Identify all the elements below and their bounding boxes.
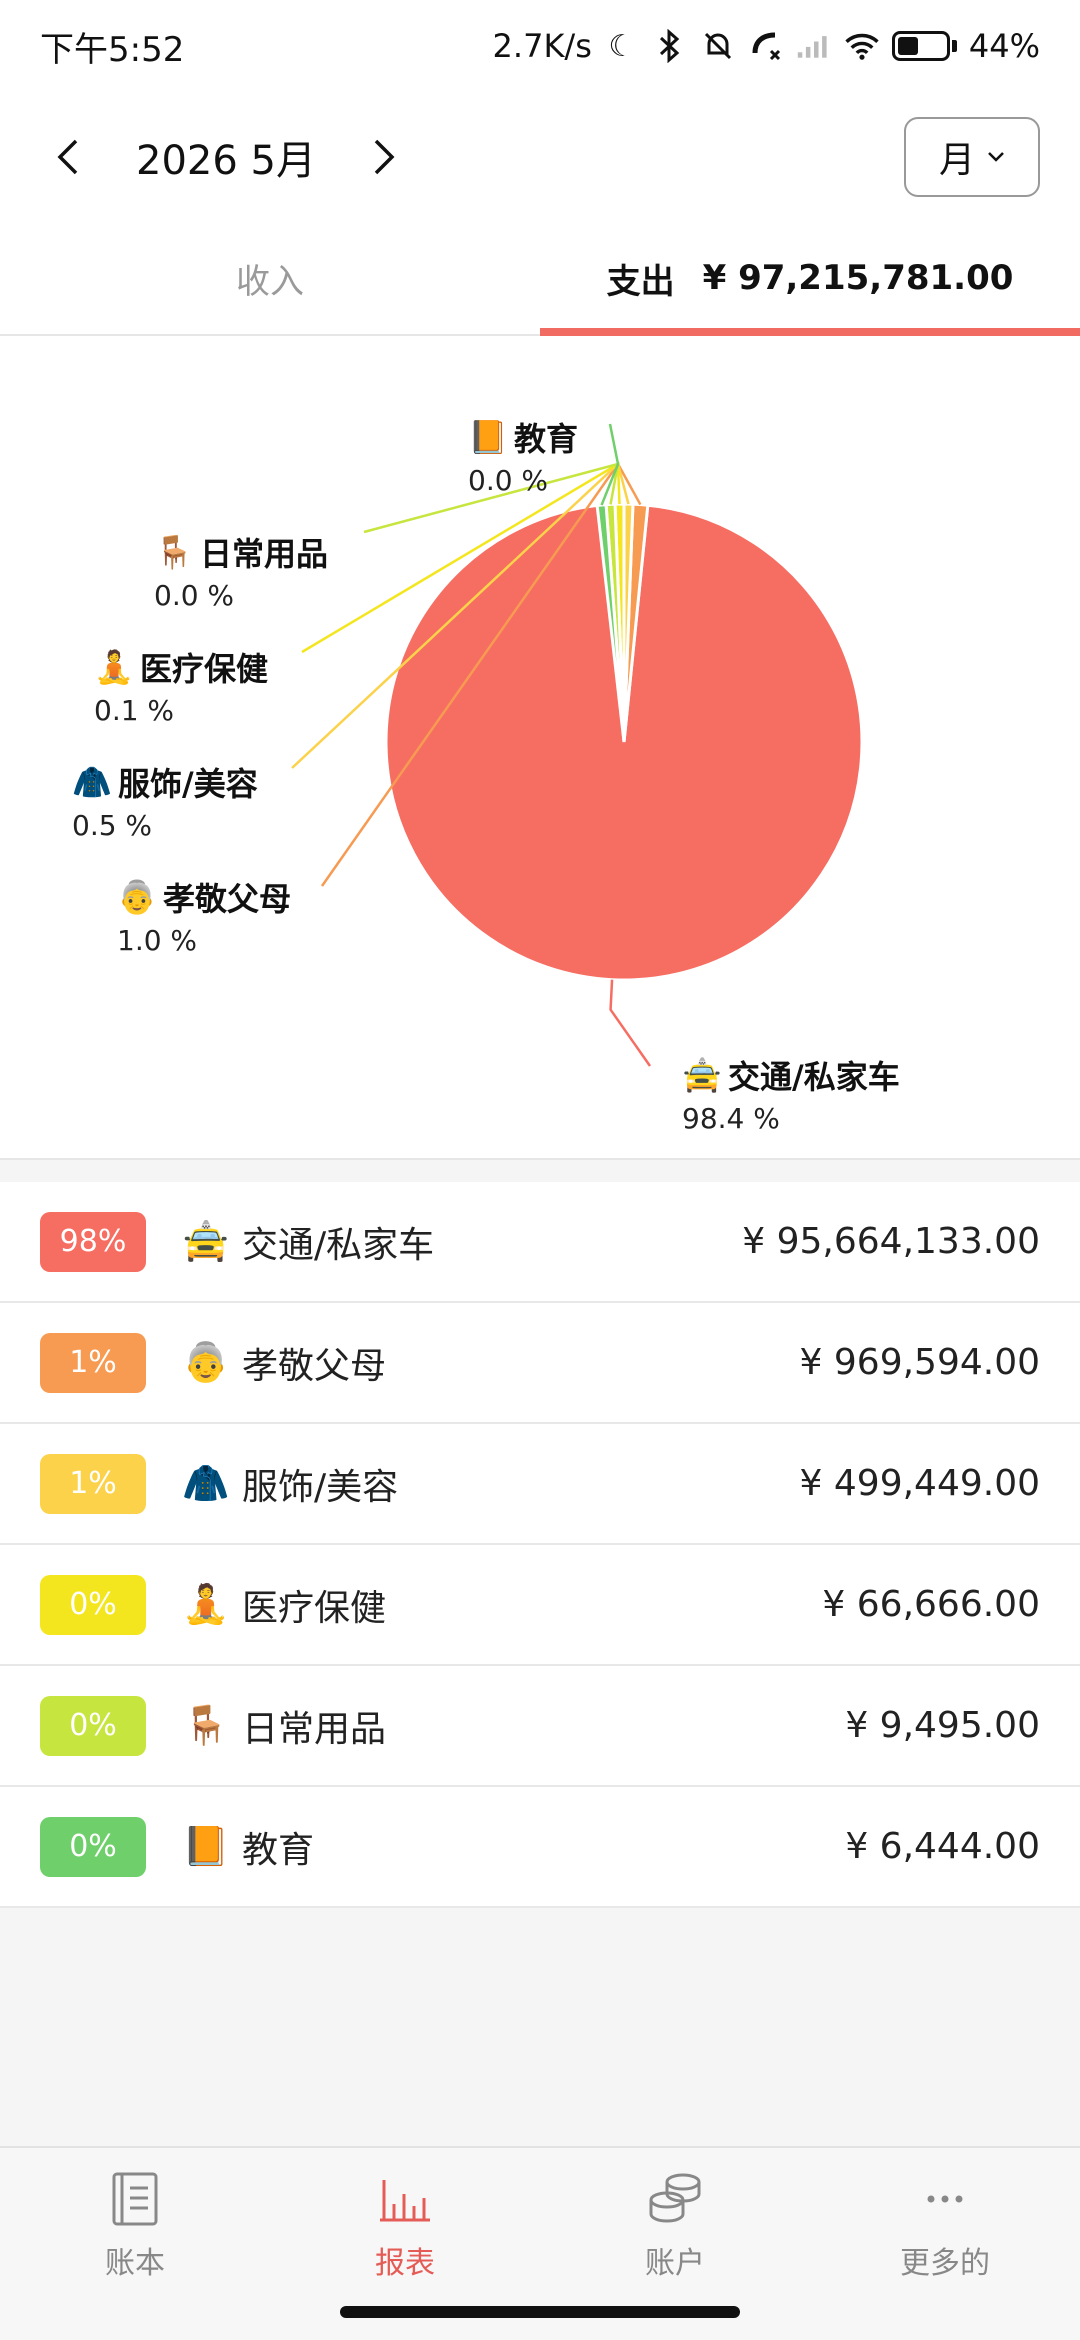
chevron-down-icon [988,152,1004,162]
current-period-label: 2026 5月 [136,138,316,184]
chair-icon: 🪑 [182,1703,230,1747]
taxi-icon: 🚖 [682,1056,722,1094]
percent-badge: 0% [40,1816,146,1877]
elder-icon: 👵 [182,1340,230,1384]
list-item-clothing[interactable]: 1% 🧥 服饰/美容 ¥ 499,449.00 [0,1424,1080,1545]
chevron-right-icon [374,139,395,175]
percent-badge: 1% [40,1453,146,1514]
home-indicator [340,2306,740,2318]
nav-more[interactable]: 更多的 [810,2148,1080,2340]
category-name: 日常用品 [242,1708,387,1750]
ledger-icon [112,2172,158,2226]
more-icon [927,2195,963,2203]
network-speed: 2.7K/s [492,27,592,65]
list-item-daily-goods[interactable]: 0% 🪑 日常用品 ¥ 9,495.00 [0,1666,1080,1787]
chair-icon: 🪑 [154,533,194,571]
pie-leader-transport [609,979,652,1067]
coat-icon: 🧥 [182,1461,230,1505]
header: 2026 5月 月 [0,92,1080,222]
yoga-icon: 🧘 [94,648,134,686]
expense-total: ¥ 97,215,781.00 [702,258,1014,298]
category-amount: ¥ 969,594.00 [799,1342,1040,1383]
chevron-left-icon [57,139,78,175]
nav-ledger[interactable]: 账本 [0,2148,270,2340]
signal-icon [796,28,832,64]
type-tabs: 收入 支出 ¥ 97,215,781.00 [0,222,1080,336]
category-name: 教育 [242,1829,315,1871]
chart-icon [380,2180,430,2222]
tab-expense-label: 支出 [606,261,675,302]
category-name: 医疗保健 [242,1587,387,1629]
list-item-parents[interactable]: 1% 👵 孝敬父母 ¥ 969,594.00 [0,1303,1080,1424]
taxi-icon: 🚖 [182,1219,230,1263]
tab-income-label: 收入 [236,261,304,302]
status-bar: 下午5:52 2.7K/s ☾ 44% [0,0,1080,92]
status-time: 下午5:52 [40,29,185,70]
battery-percent: 44% [968,27,1040,65]
tab-income[interactable]: 收入 [0,222,540,334]
call-off-icon [748,28,784,64]
mute-bell-icon [700,28,736,64]
yoga-icon: 🧘 [182,1582,230,1626]
category-name: 交通/私家车 [242,1224,435,1266]
pie-label-transport: 🚖 交通/私家车 98.4 % [682,1056,900,1135]
status-icons: 2.7K/s ☾ 44% [493,27,1040,65]
elder-icon: 👵 [117,878,157,916]
category-amount: ¥ 499,449.00 [799,1463,1040,1504]
nav-more-label: 更多的 [900,2246,990,2281]
tab-expense[interactable]: 支出 ¥ 97,215,781.00 [540,222,1080,336]
nav-reports-label: 报表 [375,2246,435,2281]
category-amount: ¥ 6,444.00 [845,1826,1040,1867]
pie-label-daily-goods: 🪑 日常用品 0.0 % [154,533,329,612]
pie-label-clothing: 🧥 服饰/美容 0.5 % [72,763,258,842]
category-amount: ¥ 9,495.00 [845,1705,1040,1746]
pie-label-education: 📙 教育 0.0 % [468,418,579,497]
category-name: 服饰/美容 [242,1466,399,1508]
nav-accounts-label: 账户 [645,2246,705,2281]
category-amount: ¥ 66,666.00 [822,1584,1040,1625]
percent-badge: 98% [40,1211,146,1272]
wifi-icon [844,28,880,64]
category-list: 98% 🚖 交通/私家车 ¥ 95,664,133.00 1% 👵 孝敬父母 ¥… [0,1182,1080,1908]
book-icon: 📙 [468,418,508,456]
next-month-button[interactable] [356,129,412,185]
moon-icon: ☾ [608,28,636,64]
nav-ledger-label: 账本 [105,2246,165,2281]
category-amount: ¥ 95,664,133.00 [742,1221,1040,1262]
coins-icon [649,2173,701,2223]
book-icon: 📙 [182,1824,230,1868]
list-item-transport[interactable]: 98% 🚖 交通/私家车 ¥ 95,664,133.00 [0,1182,1080,1303]
pie-chart: 📙 教育 0.0 % 🪑 日常用品 0.0 % 🧘 医疗保健 0.1 % 🧥 服饰/美容… [0,336,1080,1160]
period-selector[interactable]: 月 [904,117,1040,197]
category-name: 孝敬父母 [242,1345,387,1387]
list-item-education[interactable]: 0% 📙 教育 ¥ 6,444.00 [0,1787,1080,1908]
coat-icon: 🧥 [72,763,112,801]
pie-label-medical: 🧘 医疗保健 0.1 % [94,648,269,727]
bluetooth-icon [652,28,688,64]
percent-badge: 0% [40,1574,146,1635]
period-selector-label: 月 [938,140,975,181]
pie-label-parents: 👵 孝敬父母 1.0 % [117,878,292,957]
prev-month-button[interactable] [40,129,96,185]
percent-badge: 0% [40,1695,146,1756]
battery-icon [891,31,957,61]
percent-badge: 1% [40,1332,146,1393]
list-item-medical[interactable]: 0% 🧘 医疗保健 ¥ 66,666.00 [0,1545,1080,1666]
